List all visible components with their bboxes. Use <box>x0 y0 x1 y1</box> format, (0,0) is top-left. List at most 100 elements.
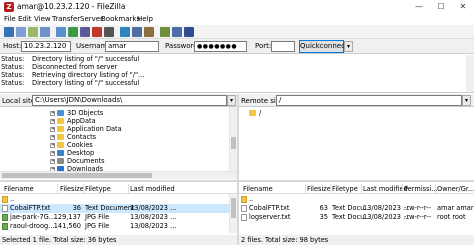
column-filesize[interactable]: Filesize <box>307 185 331 193</box>
cell-size: 35 <box>319 213 328 221</box>
menu-transfer[interactable]: Transfer <box>52 15 80 23</box>
column-owner-group[interactable]: Owner/Gr... <box>437 185 474 193</box>
column-divider[interactable] <box>402 184 403 193</box>
column-divider[interactable] <box>57 184 58 193</box>
file-row[interactable]: raoul-droog... 141,560 JPG File 13/08/2023 … <box>0 222 229 231</box>
tree-node[interactable]: + Cookies <box>50 141 93 149</box>
tree-node[interactable]: + Application Data <box>50 125 122 133</box>
local-tree-hscrollbar[interactable] <box>0 171 237 179</box>
sync-browse-icon[interactable] <box>144 27 154 37</box>
close-button[interactable]: ✕ <box>452 0 474 14</box>
remote-status-text: 2 files. Total size: 98 bytes <box>241 236 329 244</box>
column-filename[interactable]: Filename <box>4 185 34 193</box>
quickconnect-history-dropdown[interactable]: ▾ <box>344 41 353 52</box>
column-divider[interactable] <box>435 184 436 193</box>
column-divider[interactable] <box>330 184 331 193</box>
find-icon[interactable] <box>184 27 194 37</box>
file-row[interactable]: .. <box>0 195 229 204</box>
tree-node[interactable]: + Contacts <box>50 133 96 141</box>
expand-toggle-icon[interactable]: + <box>50 118 55 124</box>
menu-help[interactable]: Help <box>137 15 153 23</box>
log-scrollbar[interactable] <box>466 55 474 92</box>
disconnect-icon[interactable] <box>104 27 114 37</box>
username-input[interactable]: amar <box>105 41 159 52</box>
cell-name: jae-park-7G... <box>2 213 55 222</box>
cell-name: CobalFTP.txt <box>241 204 290 213</box>
password-input[interactable]: ●●●●●●● <box>194 41 247 52</box>
menu-edit[interactable]: Edit <box>18 15 32 23</box>
refresh-icon[interactable] <box>68 27 78 37</box>
expand-toggle-icon[interactable]: + <box>50 158 55 164</box>
maximize-button[interactable]: ☐ <box>430 0 452 14</box>
expand-toggle-icon[interactable]: + <box>50 150 55 156</box>
file-row[interactable]: .. <box>239 195 474 204</box>
file-row[interactable]: jae-park-7G... 129,137 JPG File 13/08/2023 … <box>0 213 229 222</box>
cell-owner: amar amar <box>437 204 474 212</box>
tree-node-label: Contacts <box>67 133 97 141</box>
expand-toggle-icon[interactable]: + <box>50 134 55 140</box>
column-divider[interactable] <box>305 184 306 193</box>
menu-file[interactable]: File <box>4 15 16 23</box>
process-queue-icon[interactable] <box>80 27 90 37</box>
cell-name: raoul-droog... <box>2 222 54 231</box>
port-input[interactable] <box>271 41 295 52</box>
tree-node[interactable]: + Desktop <box>50 149 94 157</box>
local-status-bar: Selected 1 file. Total size: 36 bytes <box>0 235 237 245</box>
search-icon[interactable] <box>172 27 182 37</box>
scroll-thumb[interactable] <box>231 137 236 149</box>
menu-server[interactable]: Server <box>80 15 103 23</box>
column-last-modified[interactable]: Last modified <box>130 185 175 193</box>
column-divider[interactable] <box>128 184 129 193</box>
folder-icon <box>57 110 64 116</box>
menu-bookmarks[interactable]: Bookmarks <box>101 15 140 23</box>
text-file-icon <box>241 204 247 212</box>
expand-toggle-icon[interactable]: + <box>50 110 55 116</box>
tree-list-splitter[interactable] <box>0 180 474 182</box>
scroll-thumb[interactable] <box>2 173 152 178</box>
tree-node[interactable]: + AppData <box>50 117 96 125</box>
column-permissions[interactable]: Permissi... <box>404 185 438 193</box>
site-manager-icon[interactable] <box>4 27 14 37</box>
cell-modified: 13/08/2023 ... <box>130 222 177 230</box>
reconnect-icon[interactable] <box>120 27 130 37</box>
toggle-remote-tree-icon[interactable] <box>40 27 50 37</box>
cell-type: JPG File <box>85 213 110 221</box>
column-last-modified[interactable]: Last modified <box>363 185 408 193</box>
tree-node[interactable]: / <box>249 109 261 117</box>
file-name: logserver.txt <box>249 213 291 221</box>
folder-icon <box>57 158 64 164</box>
remote-path-input[interactable]: / <box>276 95 462 106</box>
local-path-input[interactable]: C:\Users\JDN\Downloads\ <box>32 95 227 106</box>
cell-size: 63 <box>319 204 328 212</box>
scroll-thumb[interactable] <box>231 198 236 218</box>
toggle-queue-icon[interactable] <box>56 27 66 37</box>
directory-compare-icon[interactable] <box>132 27 142 37</box>
cancel-icon[interactable] <box>92 27 102 37</box>
column-filename[interactable]: Filename <box>243 185 273 193</box>
column-filetype[interactable]: Filetype <box>85 185 111 193</box>
column-filetype[interactable]: Filetype <box>332 185 358 193</box>
local-path-dropdown[interactable]: ▾ <box>227 95 236 106</box>
minimize-button[interactable]: — <box>408 0 430 14</box>
column-divider[interactable] <box>361 184 362 193</box>
toggle-local-tree-icon[interactable] <box>28 27 38 37</box>
quickconnect-button[interactable]: Quickconnect <box>299 40 348 53</box>
filezilla-logo-icon: Z <box>4 2 14 12</box>
host-input[interactable]: 10.23.2.120 <box>21 41 71 52</box>
column-divider[interactable] <box>83 184 84 193</box>
local-tree-scrollbar[interactable] <box>229 107 237 171</box>
expand-toggle-icon[interactable]: + <box>50 126 55 132</box>
tree-node[interactable]: + Documents <box>50 157 105 165</box>
menu-view[interactable]: View <box>34 15 51 23</box>
file-row[interactable]: logserver.txt 35 Text Docu... 13/08/2023 ..… <box>239 213 474 222</box>
filter-icon[interactable] <box>160 27 170 37</box>
expand-toggle-icon[interactable]: + <box>50 142 55 148</box>
file-row[interactable]: CobalFTP.txt 63 Text Docu... 13/08/2023 ...… <box>239 204 474 213</box>
remote-path-dropdown[interactable]: ▾ <box>462 95 471 106</box>
local-list-scrollbar[interactable] <box>229 194 237 233</box>
tree-node[interactable]: +3D Objects <box>50 109 103 117</box>
file-row[interactable]: CobalFTP.txt 36 Text Document 13/08/2023 ..… <box>0 204 229 213</box>
column-filesize[interactable]: Filesize <box>60 185 84 193</box>
toggle-log-icon[interactable] <box>16 27 26 37</box>
folder-icon <box>57 142 64 148</box>
